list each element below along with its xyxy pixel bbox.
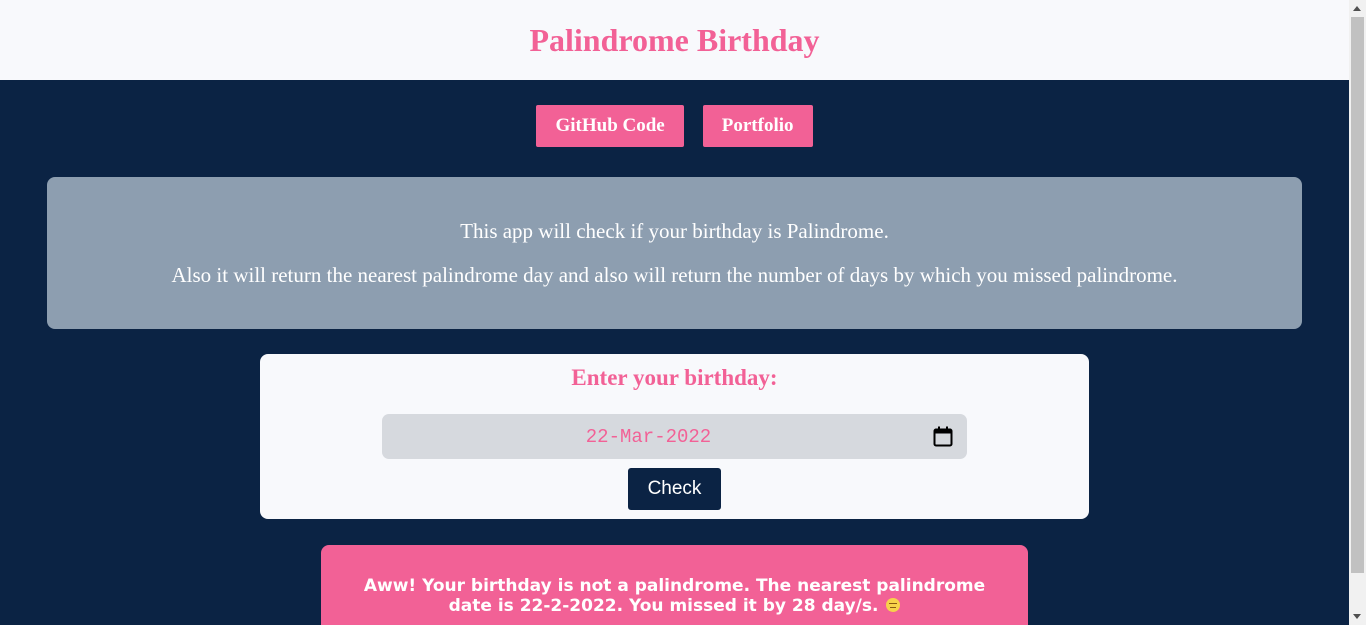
check-button[interactable]: Check: [628, 468, 721, 510]
scroll-down-arrow-icon[interactable]: [1353, 614, 1361, 619]
header: Palindrome Birthday: [0, 0, 1349, 80]
portfolio-button[interactable]: Portfolio: [702, 105, 813, 147]
scrollbar-thumb[interactable]: [1351, 17, 1364, 573]
result-text-wrap: Aww! Your birthday is not a palindrome. …: [343, 576, 1006, 616]
birthday-date-input[interactable]: 22-Mar-2022: [382, 414, 967, 459]
vertical-scrollbar[interactable]: [1349, 0, 1366, 625]
info-panel: This app will check if your birthday is …: [47, 177, 1302, 329]
calendar-icon[interactable]: [933, 426, 953, 447]
birthday-form-card: Enter your birthday: 22-Mar-2022 Check: [260, 354, 1089, 519]
birthday-label: Enter your birthday:: [571, 365, 778, 390]
github-code-button[interactable]: GitHub Code: [536, 105, 684, 147]
nav-bar: GitHub Code Portfolio: [0, 105, 1349, 147]
scroll-up-arrow-icon[interactable]: [1353, 6, 1361, 11]
info-line-1: This app will check if your birthday is …: [460, 219, 889, 243]
result-panel: Aww! Your birthday is not a palindrome. …: [321, 545, 1028, 625]
page: Palindrome Birthday GitHub Code Portfoli…: [0, 0, 1349, 625]
info-line-2: Also it will return the nearest palindro…: [171, 263, 1178, 287]
unamused-face-icon: [886, 598, 901, 612]
page-title: Palindrome Birthday: [529, 21, 820, 58]
date-value: 22-Mar-2022: [585, 426, 712, 448]
